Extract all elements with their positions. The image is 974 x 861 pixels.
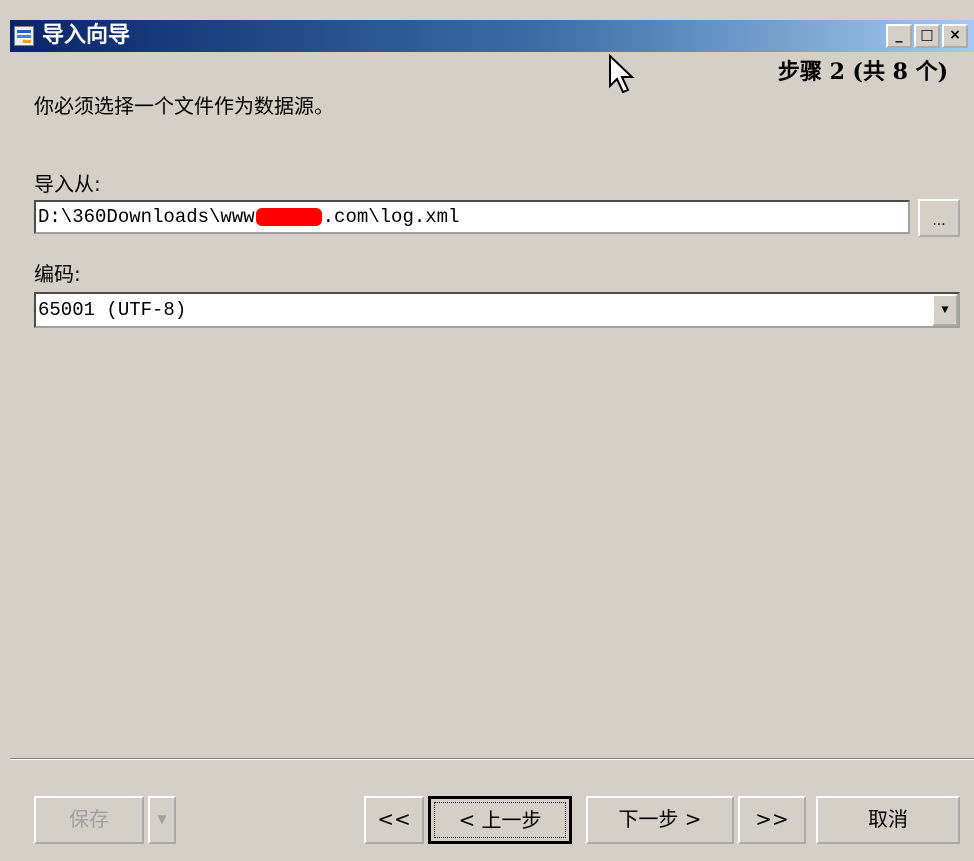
save-button[interactable]: 保存 (34, 796, 144, 844)
next-label: 下一步 > (618, 807, 702, 831)
browse-label: ... (932, 213, 946, 229)
import-from-label: 导入从: (34, 172, 101, 196)
import-path-prefix: D:\360Downloads\www (38, 206, 255, 228)
first-step-label: << (377, 807, 411, 831)
maximize-button[interactable]: □ (914, 24, 940, 48)
mouse-pointer-icon (608, 53, 636, 100)
focus-rect (434, 802, 566, 838)
maximize-icon: □ (920, 27, 934, 43)
chevron-down-icon[interactable]: ▼ (932, 294, 958, 326)
divider-highlight (10, 759, 974, 760)
minimize-button[interactable]: _ (886, 24, 912, 48)
cancel-label: 取消 (868, 807, 908, 831)
save-dropdown-button[interactable]: ▼ (148, 796, 176, 844)
chevron-down-icon: ▼ (157, 812, 167, 826)
last-step-label: >> (755, 807, 789, 831)
import-path-suffix: .com\log.xml (322, 206, 460, 228)
instruction-text: 你必须选择一个文件作为数据源。 (34, 94, 334, 118)
close-icon: × (949, 27, 961, 43)
redaction-mark (255, 207, 322, 226)
import-wizard-icon (14, 26, 34, 46)
minimize-icon: _ (895, 27, 903, 43)
encoding-value: 65001 (UTF-8) (38, 299, 187, 321)
import-from-field[interactable]: D:\360Downloads\www .com\log.xml (34, 200, 910, 234)
last-step-button[interactable]: >> (738, 796, 806, 844)
first-step-button[interactable]: << (364, 796, 424, 844)
step-indicator: 步骤 2 (共 8 个) (777, 59, 948, 85)
wizard-window (10, 20, 974, 861)
cancel-button[interactable]: 取消 (816, 796, 960, 844)
save-label: 保存 (69, 807, 109, 831)
browse-button[interactable]: ... (918, 199, 960, 237)
next-button[interactable]: 下一步 > (586, 796, 734, 844)
previous-button[interactable]: < 上一步 (428, 796, 572, 844)
close-button[interactable]: × (942, 24, 968, 48)
title-bar: 导入向导 _ □ × (10, 20, 974, 52)
window-title: 导入向导 (42, 23, 131, 48)
encoding-select[interactable]: 65001 (UTF-8) ▼ (34, 292, 960, 328)
encoding-label: 编码: (34, 262, 81, 286)
